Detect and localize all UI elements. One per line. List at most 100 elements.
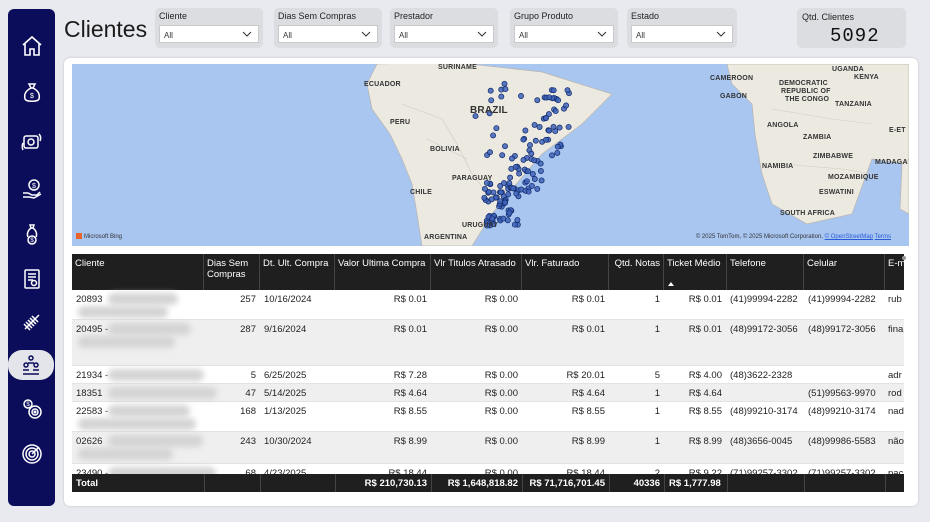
client-marker[interactable] bbox=[488, 97, 495, 104]
client-marker[interactable] bbox=[501, 80, 508, 87]
client-marker[interactable] bbox=[488, 196, 495, 203]
client-marker[interactable] bbox=[502, 143, 508, 150]
filter-estado-select[interactable]: All bbox=[631, 25, 733, 43]
nav-money-target[interactable]: $ bbox=[8, 394, 55, 424]
client-marker[interactable] bbox=[554, 143, 561, 150]
table-row[interactable]: 21934 - 5 6/25/2025 R$ 7.28 R$ 0.00 R$ 20.01 5… bbox=[72, 366, 904, 384]
client-marker[interactable] bbox=[565, 123, 572, 130]
client-marker[interactable] bbox=[509, 155, 515, 162]
filter-dias-select[interactable]: All bbox=[278, 25, 378, 43]
client-marker[interactable] bbox=[537, 168, 544, 174]
client-marker[interactable] bbox=[532, 137, 539, 144]
client-marker[interactable] bbox=[502, 86, 509, 93]
nav-people-group[interactable] bbox=[8, 350, 54, 380]
client-marker[interactable] bbox=[550, 87, 557, 94]
col-dt-ult-compra[interactable]: Dt. Ult. Compra bbox=[260, 254, 335, 290]
client-marker[interactable] bbox=[493, 125, 500, 132]
client-marker[interactable] bbox=[502, 199, 509, 206]
client-marker[interactable] bbox=[518, 93, 524, 99]
client-marker[interactable] bbox=[490, 132, 497, 139]
client-marker[interactable] bbox=[543, 115, 549, 121]
osm-link[interactable]: © OpenStreetMap bbox=[825, 234, 873, 240]
col-email[interactable]: E-m bbox=[885, 254, 904, 290]
client-marker[interactable] bbox=[523, 178, 530, 185]
nav-money-bag[interactable]: $ bbox=[8, 78, 55, 108]
nav-hand-coin[interactable]: $ bbox=[8, 174, 55, 204]
col-vlr-titulos-atrasado[interactable]: Vlr Titulos Atrasado bbox=[431, 254, 522, 290]
client-marker[interactable] bbox=[512, 163, 519, 170]
col-cliente[interactable]: Cliente bbox=[72, 254, 204, 290]
col-telefone[interactable]: Telefone bbox=[727, 254, 804, 290]
table-row[interactable]: 20893 257 10/16/2024 R$ 0.01 R$ 0.00 R$ 0.01 1… bbox=[72, 290, 904, 320]
table-row[interactable]: 22583 - 168 1/13/2025 R$ 8.55 R$ 0.00 R$ 8.55… bbox=[72, 402, 904, 432]
client-marker[interactable] bbox=[549, 152, 555, 159]
client-marker[interactable] bbox=[514, 216, 521, 223]
filter-prestador-select[interactable]: All bbox=[394, 25, 494, 43]
filter-cliente-select[interactable]: All bbox=[159, 25, 259, 43]
client-marker[interactable] bbox=[520, 156, 527, 163]
client-marker[interactable] bbox=[531, 176, 538, 182]
col-vlr-faturado[interactable]: Vlr. Faturado bbox=[522, 254, 609, 290]
client-marker[interactable] bbox=[487, 149, 493, 156]
table-row[interactable]: 20495 - 287 9/16/2024 R$ 0.01 R$ 0.00 R$ 0.01… bbox=[72, 320, 904, 366]
col-dias-sem-compras[interactable]: Dias Sem Compras bbox=[204, 254, 260, 290]
filter-grupo-select[interactable]: All bbox=[514, 25, 614, 43]
client-marker[interactable] bbox=[510, 185, 517, 192]
client-marker[interactable] bbox=[538, 177, 545, 184]
client-map[interactable]: SURINAME ECUADOR PERU BRAZIL BOLIVIA PAR… bbox=[72, 64, 909, 246]
nav-cash-exchange[interactable] bbox=[8, 127, 55, 157]
client-marker[interactable] bbox=[543, 136, 549, 143]
client-marker[interactable] bbox=[537, 160, 544, 167]
client-marker[interactable] bbox=[507, 174, 514, 181]
nav-home[interactable] bbox=[8, 31, 55, 61]
client-marker[interactable] bbox=[536, 124, 543, 130]
client-marker[interactable] bbox=[564, 87, 571, 94]
col-ticket-medio[interactable]: Ticket Médio bbox=[664, 254, 727, 290]
client-marker[interactable] bbox=[563, 102, 570, 109]
client-marker[interactable] bbox=[534, 97, 541, 104]
client-marker[interactable] bbox=[490, 189, 497, 196]
nav-money-hand[interactable]: $ bbox=[8, 219, 55, 249]
client-marker[interactable] bbox=[525, 188, 532, 195]
client-marker[interactable] bbox=[520, 136, 527, 143]
client-marker[interactable] bbox=[511, 221, 518, 228]
client-marker[interactable] bbox=[528, 150, 535, 157]
col-qtd-notas[interactable]: Qtd. Notas bbox=[609, 254, 664, 290]
client-marker[interactable] bbox=[522, 127, 529, 134]
client-marker[interactable] bbox=[534, 185, 541, 192]
nav-target-cycle[interactable] bbox=[8, 439, 55, 469]
client-marker[interactable] bbox=[531, 121, 538, 128]
nav-spring[interactable] bbox=[8, 307, 55, 337]
client-marker[interactable] bbox=[487, 87, 494, 94]
client-marker[interactable] bbox=[554, 149, 561, 156]
client-marker[interactable] bbox=[531, 157, 538, 164]
client-marker[interactable] bbox=[528, 182, 535, 189]
client-marker[interactable] bbox=[497, 198, 504, 205]
client-marker[interactable] bbox=[489, 215, 496, 222]
client-marker[interactable] bbox=[481, 194, 488, 201]
vertical-scrollbar[interactable] bbox=[902, 256, 906, 260]
client-marker[interactable] bbox=[527, 142, 533, 149]
client-marker[interactable] bbox=[556, 124, 563, 131]
client-marker[interactable] bbox=[552, 108, 559, 115]
client-marker[interactable] bbox=[500, 215, 507, 222]
col-celular[interactable]: Celular bbox=[804, 254, 885, 290]
nav-invoice[interactable] bbox=[8, 264, 55, 294]
client-marker[interactable] bbox=[546, 94, 553, 101]
client-marker[interactable] bbox=[513, 190, 520, 197]
client-marker[interactable] bbox=[546, 127, 553, 134]
table-row[interactable]: 18351 47 5/14/2025 R$ 4.64 R$ 0.00 R$ 4.64 1 R$… bbox=[72, 384, 904, 402]
client-marker[interactable] bbox=[555, 97, 562, 104]
client-marker[interactable] bbox=[499, 152, 506, 159]
table-row[interactable]: 02626 243 10/30/2024 R$ 8.99 R$ 0.00 R$ 8.99 1… bbox=[72, 432, 904, 464]
client-marker[interactable] bbox=[501, 180, 507, 187]
terms-link[interactable]: Terms bbox=[875, 234, 891, 240]
client-marker[interactable] bbox=[550, 123, 557, 130]
client-marker[interactable] bbox=[498, 93, 505, 100]
client-marker[interactable] bbox=[529, 171, 536, 177]
client-marker[interactable] bbox=[497, 189, 504, 196]
client-marker[interactable] bbox=[506, 209, 513, 216]
client-marker[interactable] bbox=[525, 168, 531, 175]
col-valor-ultima-compra[interactable]: Valor Ultima Compra bbox=[335, 254, 431, 290]
client-marker[interactable] bbox=[481, 185, 488, 192]
